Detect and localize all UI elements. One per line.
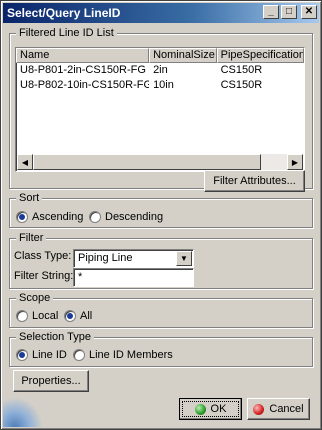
cancel-icon bbox=[253, 403, 265, 415]
scope-local-label: Local bbox=[32, 310, 59, 322]
title-bar[interactable]: Select/Query LineID _ □ ✕ bbox=[3, 3, 319, 23]
filtered-list-label: Filtered Line ID List bbox=[16, 26, 117, 40]
filter-attributes-button[interactable]: Filter Attributes... bbox=[204, 170, 305, 192]
ok-button[interactable]: OK bbox=[179, 398, 242, 420]
selection-line-id-label: Line ID bbox=[32, 349, 67, 361]
sort-descending-label: Descending bbox=[105, 211, 164, 223]
maximize-icon: □ bbox=[285, 6, 293, 17]
filter-group: Filter Class Type: Piping Line ▼ Filter … bbox=[9, 231, 313, 289]
maximize-button[interactable]: □ bbox=[281, 5, 297, 19]
cell-nominal-size: 10in bbox=[153, 79, 174, 91]
horizontal-scrollbar[interactable]: ◀ ▶ bbox=[17, 154, 303, 170]
filter-string-input[interactable]: * bbox=[73, 268, 194, 287]
radio-unselected-icon bbox=[73, 349, 85, 361]
cell-nominal-size: 2in bbox=[153, 64, 168, 76]
minimize-button[interactable]: _ bbox=[263, 5, 279, 19]
sort-label: Sort bbox=[16, 191, 43, 205]
class-type-label: Class Type: bbox=[14, 250, 72, 262]
column-header-pipe-specification[interactable]: PipeSpecification bbox=[216, 48, 304, 63]
window-title: Select/Query LineID bbox=[7, 6, 121, 20]
minimize-icon: _ bbox=[268, 6, 274, 17]
filter-string-label: Filter String: bbox=[14, 270, 74, 282]
sort-descending-radio[interactable]: Descending bbox=[89, 211, 163, 223]
scope-all-radio[interactable]: All bbox=[64, 310, 92, 322]
dropdown-arrow-button[interactable]: ▼ bbox=[176, 251, 192, 266]
scroll-right-button[interactable]: ▶ bbox=[287, 154, 303, 170]
cancel-label: Cancel bbox=[269, 403, 304, 415]
class-type-dropdown[interactable]: Piping Line ▼ bbox=[73, 249, 194, 268]
selection-line-id-radio[interactable]: Line ID bbox=[16, 349, 67, 361]
cell-name: U8-P801-2in-CS150R-FG bbox=[20, 64, 146, 76]
sort-ascending-radio[interactable]: Ascending bbox=[16, 211, 83, 223]
scroll-left-button[interactable]: ◀ bbox=[17, 154, 33, 170]
close-button[interactable]: ✕ bbox=[301, 5, 317, 19]
filter-label: Filter bbox=[16, 231, 47, 245]
selection-line-id-members-label: Line ID Members bbox=[89, 349, 173, 361]
scope-label: Scope bbox=[16, 291, 54, 305]
scope-group: Scope Local All bbox=[9, 291, 313, 328]
scroll-thumb[interactable] bbox=[33, 154, 261, 170]
properties-button[interactable]: Properties... bbox=[13, 370, 89, 392]
selection-line-id-members-radio[interactable]: Line ID Members bbox=[73, 349, 173, 361]
radio-selected-icon bbox=[16, 349, 28, 361]
ok-icon bbox=[194, 403, 206, 415]
radio-selected-icon bbox=[16, 211, 28, 223]
scroll-right-icon: ▶ bbox=[291, 157, 299, 167]
filtered-list-group: Filtered Line ID List Name NominalSize P… bbox=[9, 26, 313, 192]
dialog-window: Select/Query LineID _ □ ✕ Filtered Line … bbox=[0, 0, 322, 430]
title-bar-buttons: _ □ ✕ bbox=[263, 5, 317, 19]
scope-local-radio[interactable]: Local bbox=[16, 310, 58, 322]
sort-ascending-label: Ascending bbox=[32, 211, 84, 223]
cell-name: U8-P802-10in-CS150R-FG bbox=[20, 79, 150, 91]
scope-all-label: All bbox=[80, 310, 93, 322]
scroll-left-icon: ◀ bbox=[21, 157, 29, 167]
line-id-list[interactable]: Name NominalSize PipeSpecification U8-P8… bbox=[15, 47, 305, 172]
ok-label: OK bbox=[210, 403, 227, 415]
cancel-button[interactable]: Cancel bbox=[247, 398, 310, 420]
list-row[interactable]: U8-P801-2in-CS150R-FG 2in CS150R bbox=[16, 63, 304, 78]
radio-selected-icon bbox=[64, 310, 76, 322]
list-row[interactable]: U8-P802-10in-CS150R-FG 10in CS150R bbox=[16, 78, 304, 93]
catia-corner-logo bbox=[3, 397, 43, 427]
close-icon: ✕ bbox=[304, 6, 314, 17]
radio-unselected-icon bbox=[16, 310, 28, 322]
chevron-down-icon: ▼ bbox=[180, 254, 188, 263]
sort-group: Sort Ascending Descending bbox=[9, 191, 313, 228]
selection-type-label: Selection Type bbox=[16, 330, 94, 344]
column-header-nominal-size[interactable]: NominalSize bbox=[149, 48, 217, 63]
class-type-value: Piping Line bbox=[78, 252, 133, 264]
scroll-track[interactable] bbox=[33, 154, 287, 170]
list-header: Name NominalSize PipeSpecification bbox=[16, 48, 304, 63]
cell-pipe-specification: CS150R bbox=[220, 79, 263, 91]
selection-type-group: Selection Type Line ID Line ID Members bbox=[9, 330, 313, 367]
radio-unselected-icon bbox=[89, 211, 101, 223]
column-header-name[interactable]: Name bbox=[16, 48, 150, 63]
cell-pipe-specification: CS150R bbox=[220, 64, 263, 76]
